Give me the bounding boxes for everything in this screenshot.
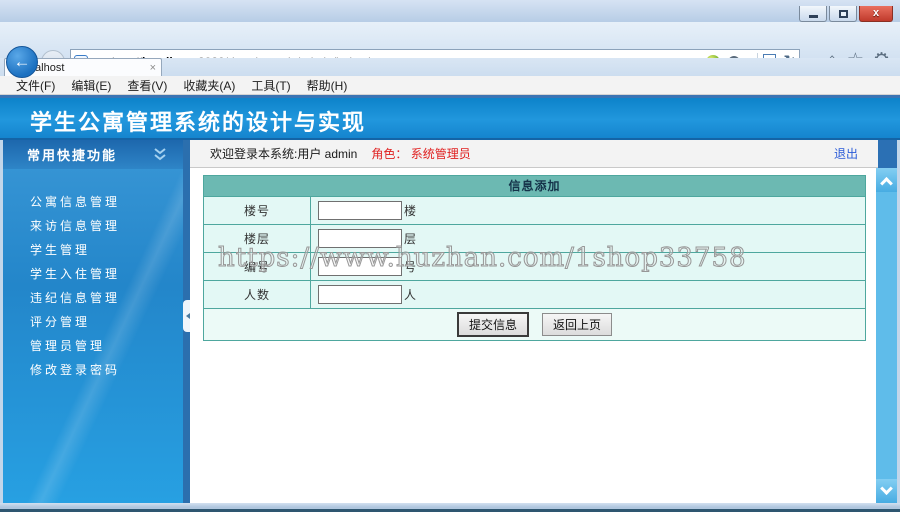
menu-favorites[interactable]: 收藏夹(A) [175,77,243,94]
chevron-up-icon [880,176,893,190]
minimize-button[interactable] [799,6,827,22]
window-controls: x [797,6,893,22]
form-row-floor: 楼层 层 [204,224,865,252]
scrollbar-up-button[interactable] [876,168,897,192]
page-scrollbar[interactable] [876,168,897,503]
menu-tools[interactable]: 工具(T) [243,77,298,94]
field-unit: 人 [404,288,417,302]
field-label: 编号 [204,253,311,280]
field-label: 楼层 [204,225,311,252]
window-titlebar[interactable]: x [0,0,900,22]
window-bottom-frame [0,503,900,512]
menu-view[interactable]: 查看(V) [119,77,175,94]
maximize-button[interactable] [829,6,857,22]
info-add-form: 信息添加 楼号 楼 楼层 层 编号 号 人数 人 提交信息 返回上页 [203,175,866,341]
form-title: 信息添加 [204,176,865,196]
browser-navbar: ← → + ▾ e http://localhost:8080/dormitor… [0,22,900,78]
browser-window: { "window": { "minimize": "", "maximize"… [0,0,900,512]
browser-menubar: 文件(F) 编辑(E) 查看(V) 收藏夹(A) 工具(T) 帮助(H) [0,76,900,95]
field-unit: 层 [404,232,417,246]
return-button[interactable]: 返回上页 [542,313,613,336]
sidebar-item-checkin-mgmt[interactable]: 学生入住管理 [3,262,183,286]
sidebar: 常用快捷功能 公寓信息管理 来访信息管理 学生管理 学生入住管理 违纪信息管理 … [3,140,190,503]
tab-close-icon[interactable]: × [150,62,156,74]
welcome-role-text: 角色： 系统管理员 [371,147,471,161]
field-label: 人数 [204,281,311,308]
sidebar-item-change-password[interactable]: 修改登录密码 [3,358,183,382]
maximize-icon [838,9,848,18]
submit-button[interactable]: 提交信息 [456,312,529,337]
people-count-input[interactable] [318,285,402,304]
welcome-right-strip [878,140,897,168]
room-number-input[interactable] [318,257,402,276]
sidebar-header[interactable]: 常用快捷功能 [3,140,183,169]
main-content: 信息添加 楼号 楼 楼层 层 编号 号 人数 人 提交信息 返回上页 [190,168,876,503]
page-banner: 学生公寓管理系统的设计与实现 [0,98,900,140]
form-button-row: 提交信息 返回上页 [204,308,865,340]
minimize-icon [808,14,818,18]
sidebar-item-apartment-info[interactable]: 公寓信息管理 [3,190,183,214]
tab-strip: e localhost × [0,58,900,76]
form-row-people-count: 人数 人 [204,280,865,308]
sidebar-item-visitor-info[interactable]: 来访信息管理 [3,214,183,238]
logout-link[interactable]: 退出 [834,145,858,162]
sidebar-item-admin-mgmt[interactable]: 管理员管理 [3,334,183,358]
form-row-room-number: 编号 号 [204,252,865,280]
menu-edit[interactable]: 编辑(E) [63,77,119,94]
welcome-text: 欢迎登录本系统:用户 admin [210,147,358,161]
tab-title: localhost [21,61,65,74]
sidebar-item-score-mgmt[interactable]: 评分管理 [3,310,183,334]
field-unit: 楼 [404,204,417,218]
form-row-building-number: 楼号 楼 [204,196,865,224]
chevron-down-icon [880,481,893,495]
floor-input[interactable] [318,229,402,248]
scrollbar-down-button[interactable] [876,479,897,503]
sidebar-item-violation-info[interactable]: 违纪信息管理 [3,286,183,310]
sidebar-menu: 公寓信息管理 来访信息管理 学生管理 学生入住管理 违纪信息管理 评分管理 管理… [3,190,183,382]
page-viewport: 学生公寓管理系统的设计与实现 常用快捷功能 公寓信息管理 来访信息管理 学生管理… [0,95,900,512]
back-button[interactable]: ← [6,46,38,78]
field-label: 楼号 [204,197,311,224]
page-title: 学生公寓管理系统的设计与实现 [30,110,367,136]
sidebar-header-label: 常用快捷功能 [27,148,118,163]
close-button[interactable]: x [859,6,893,22]
menu-help[interactable]: 帮助(H) [299,77,356,94]
welcome-bar: 欢迎登录本系统:用户 admin 角色： 系统管理员 退出 [190,140,878,168]
sidebar-item-student-mgmt[interactable]: 学生管理 [3,238,183,262]
building-number-input[interactable] [318,201,402,220]
field-unit: 号 [404,260,417,274]
menu-file[interactable]: 文件(F) [8,77,63,94]
back-icon: ← [13,52,31,71]
sidebar-collapse-handle[interactable] [183,300,190,332]
chevron-double-down-icon[interactable] [153,148,167,161]
close-icon: x [872,7,880,19]
